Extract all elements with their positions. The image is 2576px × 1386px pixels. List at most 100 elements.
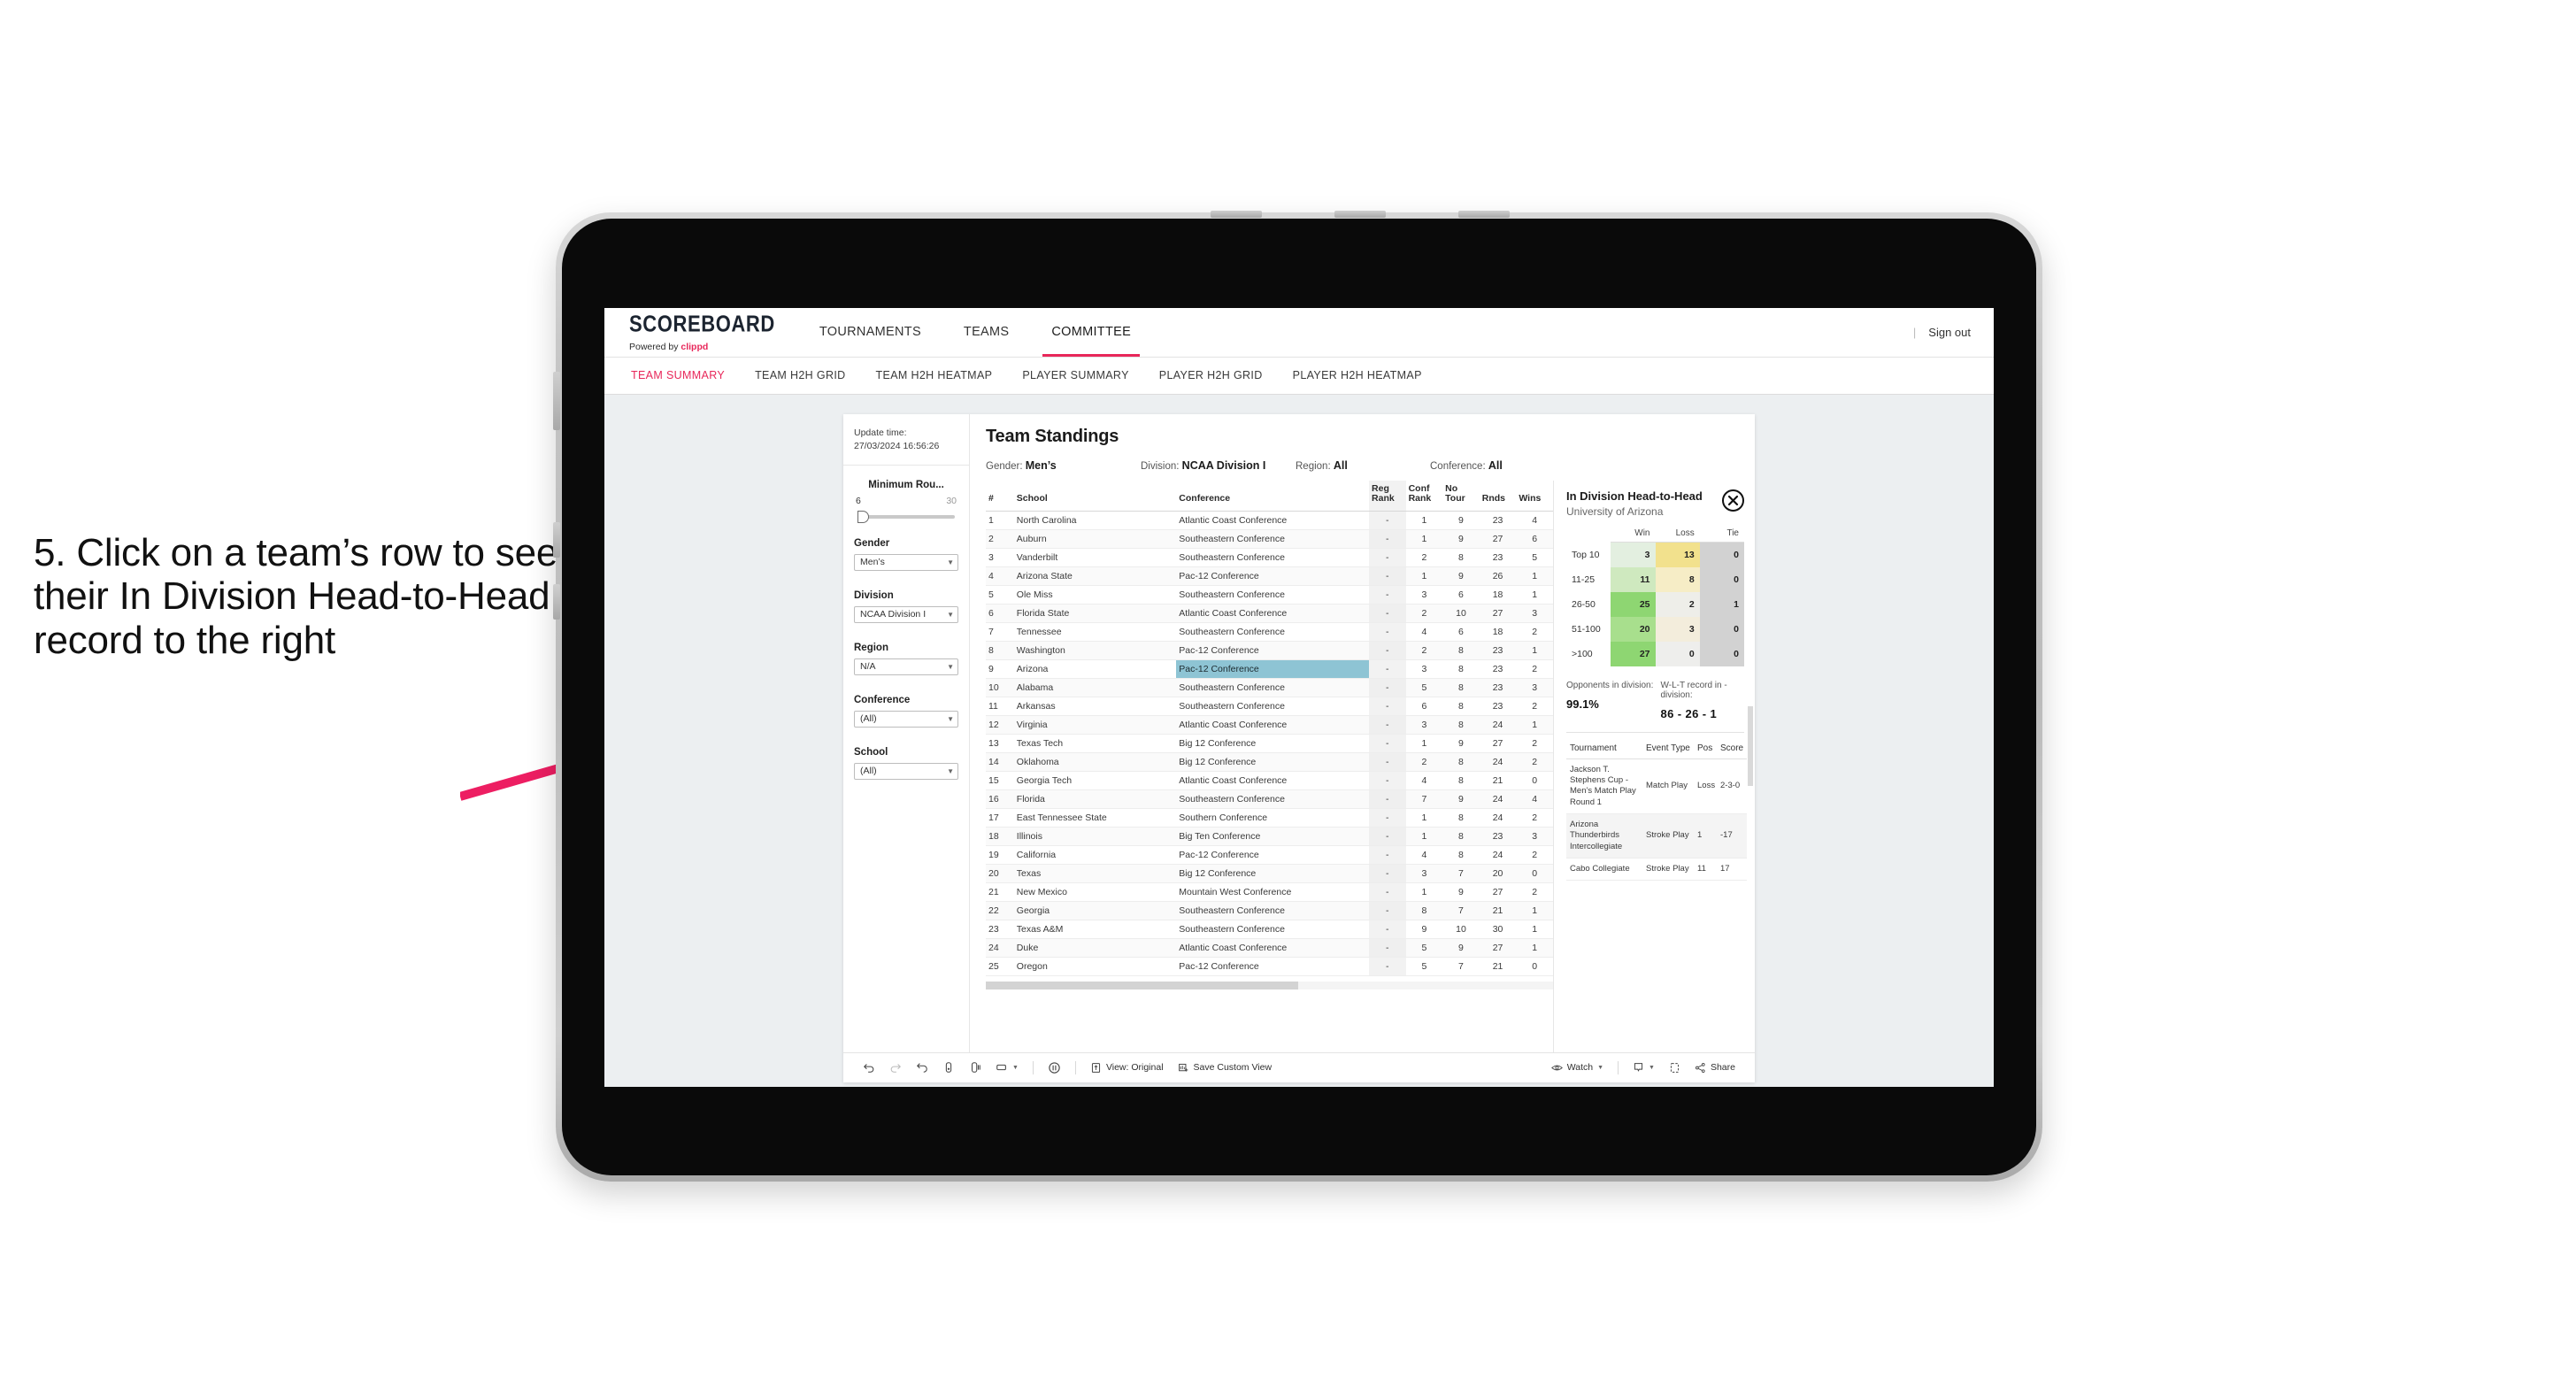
cell-conference[interactable]: Atlantic Coast Conference — [1176, 771, 1370, 790]
cell-no-tour[interactable]: 8 — [1442, 808, 1480, 828]
gender-select[interactable]: Men’s ▼ — [854, 553, 958, 571]
cell-conference[interactable]: Pac-12 Conference — [1176, 845, 1370, 865]
event-row[interactable]: Jackson T. Stephens Cup - Men’s Match Pl… — [1566, 758, 1747, 814]
cell-wins[interactable]: 1 — [1516, 920, 1553, 939]
cell-wins[interactable]: 3 — [1516, 827, 1553, 846]
th-conference[interactable]: Conference — [1176, 480, 1370, 512]
cell-conf-rank[interactable]: 5 — [1405, 678, 1443, 697]
cell-school[interactable]: Auburn — [1013, 529, 1177, 549]
cell-conference[interactable]: Southeastern Conference — [1176, 622, 1370, 642]
revert-icon[interactable] — [909, 1061, 935, 1074]
cell-conference[interactable]: Southeastern Conference — [1176, 920, 1370, 939]
cell-no-tour[interactable]: 9 — [1442, 566, 1480, 586]
cell-school[interactable]: New Mexico — [1013, 882, 1177, 902]
cell-wins[interactable]: 4 — [1516, 511, 1553, 530]
cell-rnds[interactable]: 23 — [1479, 511, 1517, 530]
cell-conference[interactable]: Big 12 Conference — [1176, 752, 1370, 772]
cell-no-tour[interactable]: 8 — [1442, 827, 1480, 846]
cell-conf-rank[interactable]: 8 — [1405, 901, 1443, 920]
cell-no-tour[interactable]: 8 — [1442, 845, 1480, 865]
cell-rnds[interactable]: 18 — [1479, 622, 1517, 642]
cell-school[interactable]: Duke — [1013, 938, 1177, 958]
tab-player-h2h-grid[interactable]: PLAYER H2H GRID — [1157, 366, 1265, 385]
cell-conference[interactable]: Southern Conference — [1176, 808, 1370, 828]
cell-no-tour[interactable]: 8 — [1442, 548, 1480, 567]
cell-wins[interactable]: 1 — [1516, 585, 1553, 604]
cell-conference[interactable]: Atlantic Coast Conference — [1176, 938, 1370, 958]
cell-rnds[interactable]: 27 — [1479, 734, 1517, 753]
cell-reg-rank[interactable]: - — [1369, 734, 1406, 753]
cell-conf-rank[interactable]: 2 — [1405, 752, 1443, 772]
cell-no-tour[interactable]: 8 — [1442, 715, 1480, 735]
tab-team-summary[interactable]: TEAM SUMMARY — [629, 366, 727, 385]
table-row[interactable]: 12 Virginia Atlantic Coast Conference -3 8 24… — [986, 715, 1553, 735]
cell-no-tour[interactable]: 8 — [1442, 641, 1480, 660]
cell-wins[interactable]: 6 — [1516, 529, 1553, 549]
cell-no-tour[interactable]: 8 — [1442, 659, 1480, 679]
watch-button[interactable]: Watch ▼ — [1544, 1062, 1611, 1074]
undo-icon[interactable] — [856, 1061, 882, 1074]
cell-conf-rank[interactable]: 3 — [1405, 864, 1443, 883]
table-row[interactable]: 14 Oklahoma Big 12 Conference -2 8 24 2 — [986, 752, 1553, 772]
cell-conf-rank[interactable]: 3 — [1405, 585, 1443, 604]
cell-rnds[interactable]: 24 — [1479, 715, 1517, 735]
cell-reg-rank[interactable]: - — [1369, 771, 1406, 790]
cell-no-tour[interactable]: 10 — [1442, 604, 1480, 623]
table-row[interactable]: 15 Georgia Tech Atlantic Coast Conference -… — [986, 771, 1553, 790]
tab-player-h2h-heatmap[interactable]: PLAYER H2H HEATMAP — [1291, 366, 1424, 385]
cell-conf-rank[interactable]: 4 — [1405, 845, 1443, 865]
cell-school[interactable]: Oregon — [1013, 957, 1177, 976]
cell-reg-rank[interactable]: - — [1369, 938, 1406, 958]
cell-rank[interactable]: 3 — [986, 548, 1014, 567]
scrollbar-thumb[interactable] — [986, 982, 1298, 989]
cell-conference[interactable]: Southeastern Conference — [1176, 529, 1370, 549]
th-reg-rank[interactable]: Reg Rank — [1369, 480, 1406, 512]
cell-rank[interactable]: 21 — [986, 882, 1014, 902]
cell-school[interactable]: Texas — [1013, 864, 1177, 883]
cell-school[interactable]: Alabama — [1013, 678, 1177, 697]
th-wins[interactable]: Wins — [1516, 480, 1553, 512]
cell-no-tour[interactable]: 9 — [1442, 882, 1480, 902]
cell-wins[interactable]: 0 — [1516, 957, 1553, 976]
cell-reg-rank[interactable]: - — [1369, 752, 1406, 772]
cell-wins[interactable]: 1 — [1516, 901, 1553, 920]
cell-conf-rank[interactable]: 5 — [1405, 957, 1443, 976]
table-row[interactable]: 23 Texas A&M Southeastern Conference -9 10 30… — [986, 920, 1553, 939]
redo-icon[interactable] — [882, 1061, 909, 1074]
cell-rank[interactable]: 6 — [986, 604, 1014, 623]
cell-rank[interactable]: 25 — [986, 957, 1014, 976]
cell-no-tour[interactable]: 9 — [1442, 529, 1480, 549]
cell-conference[interactable]: Mountain West Conference — [1176, 882, 1370, 902]
download-button[interactable]: ▼ — [1626, 1062, 1662, 1074]
cell-school[interactable]: North Carolina — [1013, 511, 1177, 530]
cell-rnds[interactable]: 27 — [1479, 938, 1517, 958]
cell-no-tour[interactable]: 8 — [1442, 771, 1480, 790]
cell-wins[interactable]: 1 — [1516, 715, 1553, 735]
cell-no-tour[interactable]: 8 — [1442, 697, 1480, 716]
cell-reg-rank[interactable]: - — [1369, 882, 1406, 902]
cell-rank[interactable]: 11 — [986, 697, 1014, 716]
cell-no-tour[interactable]: 8 — [1442, 752, 1480, 772]
table-row[interactable]: 20 Texas Big 12 Conference -3 7 20 0 — [986, 864, 1553, 883]
cell-reg-rank[interactable]: - — [1369, 864, 1406, 883]
nav-tournaments[interactable]: TOURNAMENTS — [798, 308, 942, 357]
table-row[interactable]: 7 Tennessee Southeastern Conference -4 6 18 2 — [986, 622, 1553, 642]
cell-wins[interactable]: 2 — [1516, 697, 1553, 716]
cell-conf-rank[interactable]: 7 — [1405, 789, 1443, 809]
cell-no-tour[interactable]: 7 — [1442, 957, 1480, 976]
cell-reg-rank[interactable]: - — [1369, 845, 1406, 865]
cell-school[interactable]: Tennessee — [1013, 622, 1177, 642]
cell-conf-rank[interactable]: 1 — [1405, 511, 1443, 530]
table-row[interactable]: 18 Illinois Big Ten Conference -1 8 23 3 — [986, 827, 1553, 846]
cell-rank[interactable]: 15 — [986, 771, 1014, 790]
table-row[interactable]: 16 Florida Southeastern Conference -7 9 24 4 — [986, 789, 1553, 809]
cell-conf-rank[interactable]: 2 — [1405, 548, 1443, 567]
cell-reg-rank[interactable]: - — [1369, 808, 1406, 828]
event-row[interactable]: Arizona Thunderbirds Intercollegiate Stro… — [1566, 813, 1747, 859]
table-row[interactable]: 2 Auburn Southeastern Conference -1 9 27 6 — [986, 529, 1553, 549]
cell-wins[interactable]: 1 — [1516, 938, 1553, 958]
cell-conf-rank[interactable]: 1 — [1405, 827, 1443, 846]
share-button[interactable]: Share — [1688, 1062, 1742, 1074]
cell-no-tour[interactable]: 10 — [1442, 920, 1480, 939]
cell-school[interactable]: Florida State — [1013, 604, 1177, 623]
